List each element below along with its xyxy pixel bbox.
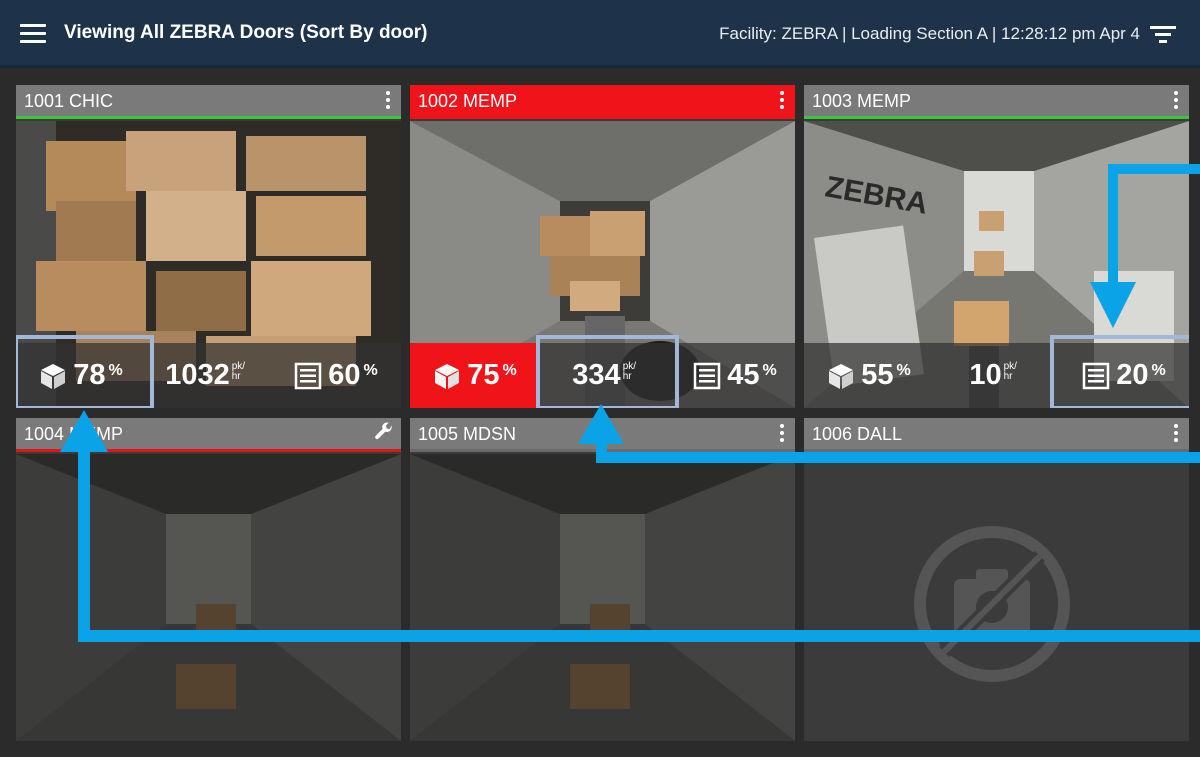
kebab-icon[interactable] bbox=[779, 424, 785, 444]
no-camera-view bbox=[804, 454, 1189, 741]
door-header: 1002 MEMP bbox=[410, 85, 795, 119]
door-label: 1001 CHIC bbox=[24, 91, 114, 111]
callout-arrow-line bbox=[596, 452, 1200, 463]
wrench-icon[interactable] bbox=[373, 422, 395, 444]
rate-value: 10 bbox=[969, 359, 1002, 391]
rate-stat: 10 pk/hr bbox=[934, 343, 1059, 408]
facility-info: Facility: ZEBRA | Loading Section A | 12… bbox=[719, 24, 1140, 43]
callout-frame bbox=[536, 335, 679, 408]
box-icon bbox=[829, 363, 854, 389]
fullness-value: 55 bbox=[861, 359, 894, 391]
rate-unit: pk/hr bbox=[1003, 360, 1017, 382]
callout-frame bbox=[1050, 335, 1189, 408]
door-header: 1003 MEMP bbox=[804, 85, 1189, 119]
percent-sign: % bbox=[502, 361, 517, 379]
rate-unit: pk/hr bbox=[231, 360, 246, 382]
density-value: 45 bbox=[727, 359, 760, 391]
kebab-icon[interactable] bbox=[385, 91, 391, 111]
door-card-1001[interactable]: 1001 CHIC 78 % 1032 pk/hr 60 % bbox=[16, 85, 401, 408]
door-card-1002[interactable]: 1002 MEMP 75 % 334 pk/hr 45 % bbox=[410, 85, 795, 408]
camera-off-icon bbox=[914, 526, 1070, 682]
percent-sign: % bbox=[363, 361, 378, 379]
door-card-1004[interactable]: 1004 MEMP bbox=[16, 418, 401, 741]
density-stat: 45 % bbox=[675, 343, 795, 408]
callout-arrow-line bbox=[78, 448, 90, 642]
door-label: 1006 DALL bbox=[812, 424, 903, 444]
fullness-value: 75 bbox=[467, 359, 500, 391]
density-stat: 60 % bbox=[271, 343, 401, 408]
fullness-stat: 55 % bbox=[804, 343, 934, 408]
list-icon bbox=[295, 362, 322, 389]
list-icon bbox=[694, 362, 721, 389]
door-card-1003[interactable]: ZEBRA 1003 MEMP 55 % 10 pk/ hr 20 % bbox=[804, 85, 1189, 408]
density-value: 60 bbox=[328, 359, 361, 391]
filter-icon[interactable] bbox=[1150, 26, 1176, 44]
callout-arrow-line bbox=[1108, 164, 1118, 290]
arrow-head-icon bbox=[60, 410, 108, 452]
door-card-1006[interactable]: 1006 DALL bbox=[804, 418, 1189, 741]
callout-arrow-line bbox=[78, 630, 1200, 642]
arrow-head-icon bbox=[1090, 282, 1136, 328]
kebab-icon[interactable] bbox=[1173, 91, 1179, 111]
rate-value: 1032 bbox=[165, 359, 230, 391]
callout-arrow-line bbox=[1116, 164, 1200, 174]
door-label: 1005 MDSN bbox=[418, 424, 517, 444]
percent-sign: % bbox=[896, 361, 911, 379]
kebab-icon[interactable] bbox=[1173, 424, 1179, 444]
kebab-icon[interactable] bbox=[779, 91, 785, 111]
box-icon bbox=[435, 363, 460, 389]
arrow-head-icon bbox=[578, 404, 624, 444]
hamburger-menu-icon[interactable] bbox=[20, 24, 46, 44]
rate-stat: 1032 pk/hr bbox=[146, 343, 271, 408]
top-bar: Viewing All ZEBRA Doors (Sort By door) F… bbox=[0, 0, 1200, 68]
callout-frame bbox=[16, 335, 154, 408]
fullness-stat: 75 % bbox=[410, 343, 540, 408]
inactive-overlay bbox=[16, 454, 401, 741]
door-header: 1001 CHIC bbox=[16, 85, 401, 119]
door-label: 1002 MEMP bbox=[418, 91, 518, 111]
page-title: Viewing All ZEBRA Doors (Sort By door) bbox=[64, 22, 428, 43]
door-header: 1006 DALL bbox=[804, 418, 1189, 452]
inactive-overlay bbox=[410, 454, 795, 741]
percent-sign: % bbox=[762, 361, 777, 379]
door-label: 1003 MEMP bbox=[812, 91, 912, 111]
door-card-1005[interactable]: 1005 MDSN bbox=[410, 418, 795, 741]
